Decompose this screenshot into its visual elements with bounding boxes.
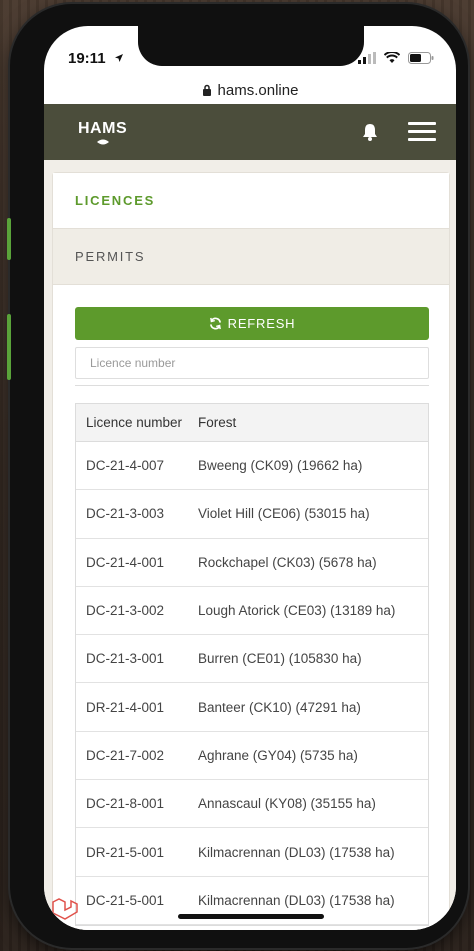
lock-icon xyxy=(202,84,211,96)
forest-cell: Rockchapel (CK03) (5678 ha) xyxy=(198,554,377,570)
battery-icon xyxy=(408,52,434,64)
forest-cell: Bweeng (CK09) (19662 ha) xyxy=(198,458,363,474)
table-row[interactable]: DC-21-7-002 Aghrane (GY04) (5735 ha) xyxy=(76,731,428,781)
licence-number-cell: DC-21-3-002 xyxy=(86,603,165,619)
refresh-button[interactable]: REFRESH xyxy=(75,307,429,340)
table-row[interactable]: DC-21-4-007 Bweeng (CK09) (19662 ha) xyxy=(76,442,428,491)
forest-cell: Kilmacrennan (DL03) (17538 ha) xyxy=(198,844,395,860)
phone-frame: 19:11 hams.online HAMS LICENCES PERMITS … xyxy=(7,4,468,948)
table-row[interactable]: DC-21-3-002 Lough Atorick (CE03) (13189 h… xyxy=(76,586,428,636)
licence-number-cell: DC-21-7-002 xyxy=(86,747,165,763)
licence-number-cell: DR-21-4-001 xyxy=(86,699,165,715)
bell-icon[interactable] xyxy=(360,122,380,142)
forest-cell: Annascaul (KY08) (35155 ha) xyxy=(198,796,376,812)
licences-card: LICENCES PERMITS REFRESH Licence number … xyxy=(52,172,450,930)
licences-table: Licence number Forest DC-21-4-007 Bweeng … xyxy=(75,403,429,926)
screen: 19:11 hams.online HAMS LICENCES PERMITS … xyxy=(44,26,456,930)
forest-cell: Kilmacrennan (DL03) (17538 ha) xyxy=(198,892,395,908)
licence-number-cell: DC-21-4-007 xyxy=(86,458,165,474)
table-row[interactable]: DC-21-4-001 Rockchapel (CK03) (5678 ha) xyxy=(76,538,428,587)
refresh-icon xyxy=(209,317,221,330)
laravel-icon[interactable] xyxy=(50,894,80,924)
side-button xyxy=(7,218,11,260)
forest-cell: Aghrane (GY04) (5735 ha) xyxy=(198,747,358,763)
address-bar[interactable]: hams.online xyxy=(44,76,456,104)
table-header: Licence number Forest xyxy=(76,404,428,442)
forest-cell: Violet Hill (CE06) (53015 ha) xyxy=(198,506,370,522)
home-indicator[interactable] xyxy=(178,914,324,919)
forest-cell: Lough Atorick (CE03) (13189 ha) xyxy=(198,603,396,619)
status-icons xyxy=(358,52,434,64)
refresh-label: REFRESH xyxy=(227,316,296,331)
licence-number-cell: DC-21-4-001 xyxy=(86,554,165,570)
header-licence-number[interactable]: Licence number xyxy=(76,415,198,430)
licence-number-cell: DR-21-5-001 xyxy=(86,844,165,860)
licence-number-cell: DC-21-3-003 xyxy=(86,506,165,522)
licence-number-cell: DC-21-3-001 xyxy=(86,651,165,667)
divider xyxy=(75,385,429,386)
app-logo[interactable]: HAMS xyxy=(78,120,127,138)
app-header: HAMS xyxy=(44,104,456,160)
forest-cell: Burren (CE01) (105830 ha) xyxy=(198,651,362,667)
licence-number-cell: DC-21-8-001 xyxy=(86,796,165,812)
header-forest[interactable]: Forest xyxy=(198,415,428,430)
forest-cell: Banteer (CK10) (47291 ha) xyxy=(198,699,361,715)
table-row[interactable]: DC-21-3-003 Violet Hill (CE06) (53015 ha) xyxy=(76,490,428,539)
tab-licences[interactable]: LICENCES xyxy=(53,173,449,229)
table-row[interactable]: DR-21-4-001 Banteer (CK10) (47291 ha) xyxy=(76,683,428,732)
leaf-icon xyxy=(97,139,109,145)
location-arrow-icon xyxy=(115,54,123,62)
main-content: LICENCES PERMITS REFRESH Licence number … xyxy=(44,160,456,930)
wifi-icon xyxy=(384,52,400,63)
notch xyxy=(138,26,364,66)
table-row[interactable]: DC-21-3-001 Burren (CE01) (105830 ha) xyxy=(76,635,428,684)
table-row[interactable]: DC-21-8-001 Annascaul (KY08) (35155 ha) xyxy=(76,780,428,829)
licence-number-input[interactable] xyxy=(75,347,429,379)
table-row[interactable]: DR-21-5-001 Kilmacrennan (DL03) (17538 ha… xyxy=(76,828,428,877)
side-button xyxy=(7,314,11,380)
licence-number-cell: DC-21-5-001 xyxy=(86,892,165,908)
url-text: hams.online xyxy=(217,81,299,99)
tab-permits[interactable]: PERMITS xyxy=(53,229,449,285)
menu-icon[interactable] xyxy=(408,118,436,144)
status-time: 19:11 xyxy=(68,50,106,67)
